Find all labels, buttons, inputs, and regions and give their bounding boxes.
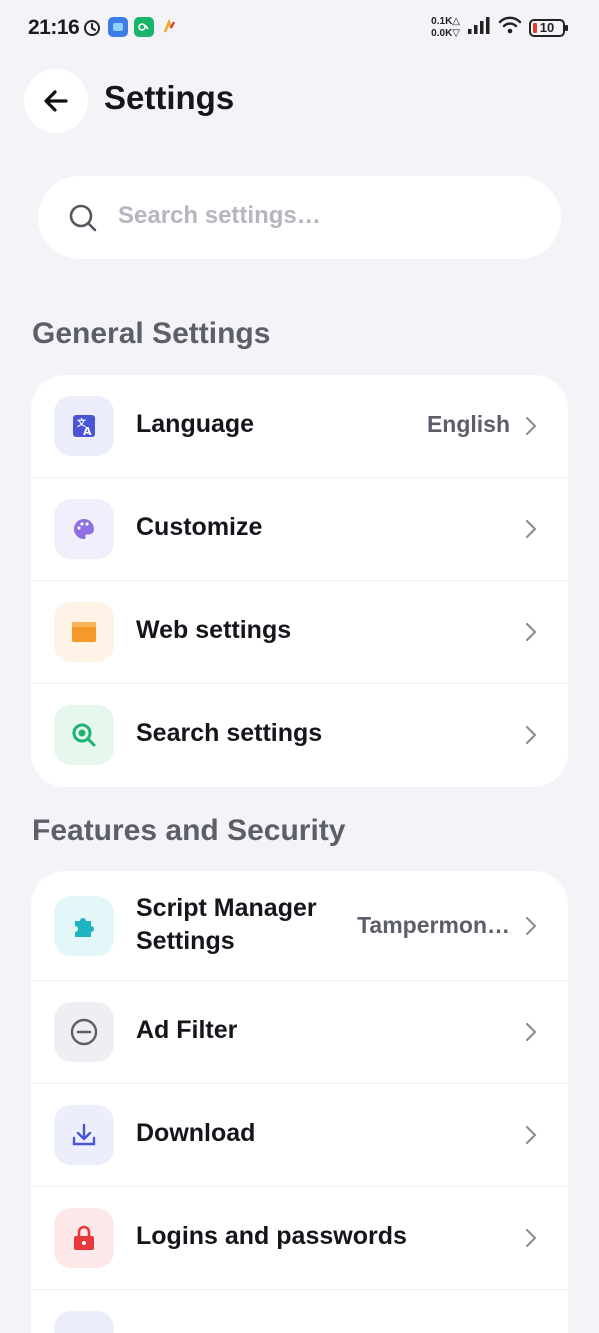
settings-item-label: Script Manager Settings (136, 894, 317, 955)
settings-item-label: Logins and passwords (136, 1222, 407, 1250)
chat-notification-icon (134, 17, 154, 37)
search-placeholder: Search settings… (118, 202, 321, 229)
settings-item-partial[interactable] (31, 1290, 568, 1333)
chevron-right-icon (524, 415, 538, 442)
settings-item-download[interactable]: Download (31, 1084, 568, 1187)
settings-item-search-settings[interactable]: Search settings (31, 684, 568, 787)
browser-window-icon (54, 602, 114, 662)
general-settings-card: 文A Language English Customize Web settin… (31, 375, 568, 787)
features-security-card: Script Manager Settings Tampermon… Ad Fi… (31, 871, 568, 1333)
status-bar: 21:16 0.1K△ 0.0K▽ 10 (0, 0, 599, 58)
signal-icon (467, 15, 491, 40)
chevron-right-icon (524, 915, 538, 942)
settings-item-label: Customize (136, 513, 263, 541)
settings-item-label: Web settings (136, 616, 292, 644)
wifi-icon (498, 15, 522, 40)
chevron-right-icon (524, 621, 538, 648)
app-notification-icon (108, 17, 128, 37)
chevron-right-icon (524, 724, 538, 751)
network-speed: 0.1K△ 0.0K▽ (431, 15, 460, 39)
svg-text:A: A (83, 425, 92, 438)
chevron-right-icon (524, 1124, 538, 1151)
settings-item-value: Tampermon… (357, 912, 510, 938)
settings-item-web-settings[interactable]: Web settings (31, 581, 568, 684)
settings-item-script-manager[interactable]: Script Manager Settings Tampermon… (31, 871, 568, 981)
palette-icon (54, 499, 114, 559)
battery-icon: 10 (529, 18, 568, 37)
status-time: 21:16 (28, 16, 80, 39)
settings-item-value: English (426, 411, 510, 437)
settings-item-logins-passwords[interactable]: Logins and passwords (31, 1187, 568, 1290)
back-button[interactable] (24, 69, 88, 133)
search-input[interactable]: Search settings… (38, 176, 561, 259)
settings-item-label: Language (136, 410, 255, 438)
settings-item-label: Download (136, 1119, 256, 1147)
arrow-left-icon (44, 90, 68, 112)
status-system-icons: 0.1K△ 0.0K▽ 10 (431, 15, 568, 40)
status-notification-icons (82, 17, 180, 37)
translate-icon: 文A (54, 396, 114, 456)
puzzle-icon (54, 896, 114, 956)
colorful-app-icon (160, 17, 180, 37)
settings-item-ad-filter[interactable]: Ad Filter (31, 981, 568, 1084)
lock-icon (54, 1208, 114, 1268)
alarm-icon (82, 17, 102, 37)
search-icon (68, 203, 98, 238)
search-icon (54, 705, 114, 765)
page-title: Settings (104, 79, 235, 116)
chevron-right-icon (524, 518, 538, 545)
minus-circle-icon (54, 1002, 114, 1062)
settings-item-label: Ad Filter (136, 1016, 238, 1044)
settings-item-label: Search settings (136, 719, 323, 747)
section-title-general: General Settings (32, 317, 271, 350)
partial-icon (54, 1311, 114, 1333)
chevron-right-icon (524, 1227, 538, 1254)
settings-item-language[interactable]: 文A Language English (31, 375, 568, 478)
settings-item-customize[interactable]: Customize (31, 478, 568, 581)
download-icon (54, 1105, 114, 1165)
section-title-features-security: Features and Security (32, 814, 346, 847)
chevron-right-icon (524, 1021, 538, 1048)
